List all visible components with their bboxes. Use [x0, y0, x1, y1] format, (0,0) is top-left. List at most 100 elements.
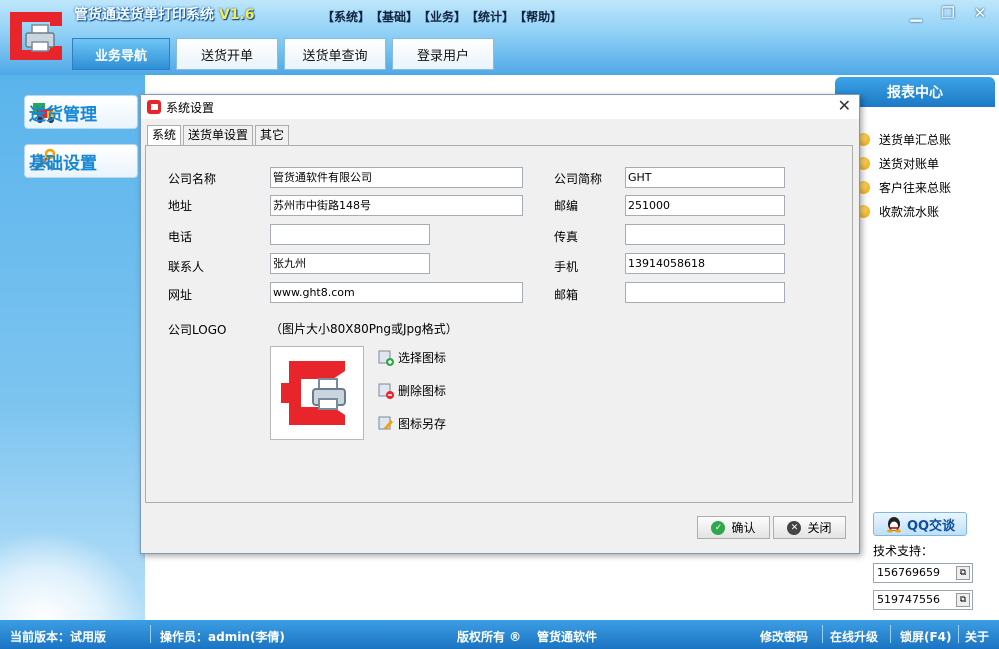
qq-penguin-icon — [886, 517, 901, 533]
copyright-text: 版权所有 ® — [457, 630, 522, 644]
select-logo-label: 选择图标 — [398, 351, 447, 365]
company-name-status: 管货通软件 — [537, 630, 598, 644]
dialog-app-icon — [147, 100, 161, 114]
fax-input[interactable] — [625, 224, 785, 245]
fax-label: 传真 — [554, 230, 579, 244]
delete-logo-label: 删除图标 — [398, 384, 447, 398]
report-item-reconciliation[interactable]: 送货对账单 — [857, 151, 951, 175]
report-item-label: 送货对账单 — [879, 156, 940, 171]
tech-support-label: 技术支持： — [873, 544, 934, 558]
minimize-button[interactable]: ▁ — [901, 2, 931, 24]
website-input[interactable]: www.ght8.com — [270, 282, 523, 303]
divider — [150, 625, 151, 643]
delete-image-icon — [378, 383, 394, 399]
system-settings-dialog: 系统设置 ✕ 系统 送货单设置 其它 公司名称 管货通软件有限公司 公司简称 G… — [140, 94, 860, 554]
contact-label: 联系人 — [168, 260, 205, 274]
tab-new-delivery[interactable]: 送货开单 — [176, 38, 278, 70]
support-phone-value: 519747556 — [877, 593, 940, 606]
lock-screen-link[interactable]: 锁屏(F4) — [900, 628, 952, 645]
company-name-input[interactable]: 管货通软件有限公司 — [270, 167, 523, 188]
save-logo-as-label: 图标另存 — [398, 417, 447, 431]
sidebar-item-basic-settings[interactable]: 基础设置 — [24, 144, 138, 178]
app-title-text: 管货通送货单打印系统 — [74, 7, 214, 23]
delete-logo-button[interactable]: 删除图标 — [378, 382, 446, 399]
save-logo-as-button[interactable]: 图标另存 — [378, 415, 446, 432]
company-name-label: 公司名称 — [168, 172, 217, 186]
email-label: 邮箱 — [554, 288, 579, 302]
report-list: 送货单汇总账 送货对账单 客户往来总账 收款流水账 — [857, 127, 951, 223]
report-item-delivery-summary[interactable]: 送货单汇总账 — [857, 127, 951, 151]
select-logo-button[interactable]: 选择图标 — [378, 349, 446, 366]
tab-business-nav[interactable]: 业务导航 — [72, 38, 170, 70]
confirm-label: 确认 — [731, 521, 756, 535]
confirm-button[interactable]: ✓ 确认 — [697, 516, 770, 539]
close-circle-icon: ✕ — [787, 520, 802, 535]
logo-preview — [270, 346, 364, 440]
tab-delivery-settings[interactable]: 送货单设置 — [183, 125, 254, 145]
address-input[interactable]: 苏州市中街路148号 — [270, 195, 523, 216]
copy-icon[interactable]: ⧉ — [956, 593, 970, 607]
phone-input[interactable] — [270, 224, 430, 245]
left-sidebar: 送货管理 基础设置 — [0, 75, 145, 620]
support-phone-field[interactable]: 156769659 ⧉ — [873, 563, 973, 583]
save-image-icon — [378, 416, 393, 430]
company-short-input[interactable]: GHT — [625, 167, 785, 188]
qq-chat-label: QQ交谈 — [906, 518, 956, 534]
company-short-label: 公司简称 — [554, 172, 603, 186]
company-logo-label: 公司LOGO — [168, 323, 227, 337]
copy-icon[interactable]: ⧉ — [956, 566, 970, 580]
app-title: 管货通送货单打印系统 V1.6 — [74, 4, 255, 24]
cloud-decoration — [0, 530, 145, 620]
contact-input[interactable]: 张九州 — [270, 253, 430, 274]
divider — [958, 625, 959, 643]
dialog-close-icon[interactable]: ✕ — [838, 96, 851, 115]
tab-delivery-query[interactable]: 送货单查询 — [284, 38, 386, 70]
operator-status: 操作员：admin(李倩) — [160, 630, 285, 644]
mobile-input[interactable]: 13914058618 — [625, 253, 785, 274]
dialog-title: 系统设置 — [166, 101, 215, 115]
title-bar: 管货通送货单打印系统 V1.6 【系统】 【基础】 【业务】 【统计】 【帮助】… — [0, 0, 999, 75]
dialog-title-bar: 系统设置 ✕ — [141, 95, 859, 119]
email-input[interactable] — [625, 282, 785, 303]
close-button[interactable]: ✕ — [965, 2, 995, 24]
logo-size-hint: （图片大小80X80Png或Jpg格式） — [270, 322, 458, 336]
dialog-tabs: 系统 送货单设置 其它 — [147, 125, 291, 146]
postcode-input[interactable]: 251000 — [625, 195, 785, 216]
company-logo-image — [281, 361, 346, 425]
menu-business[interactable]: 【业务】 — [418, 8, 466, 25]
system-tab-page: 公司名称 管货通软件有限公司 公司简称 GHT 地址 苏州市中街路148号 邮编… — [145, 145, 853, 503]
menu-bar: 【系统】 【基础】 【业务】 【统计】 【帮助】 — [322, 8, 562, 25]
support-phone-field[interactable]: 519747556 ⧉ — [873, 590, 973, 610]
close-dialog-label: 关闭 — [807, 521, 832, 535]
tab-login-user[interactable]: 登录用户 — [392, 38, 494, 70]
qq-chat-button[interactable]: QQ交谈 — [873, 512, 967, 536]
report-item-label: 客户往来总账 — [879, 180, 952, 195]
tab-system[interactable]: 系统 — [147, 125, 182, 146]
mobile-label: 手机 — [554, 260, 579, 274]
online-upgrade-link[interactable]: 在线升级 — [830, 628, 878, 645]
change-password-link[interactable]: 修改密码 — [760, 628, 808, 645]
sidebar-item-delivery[interactable]: 送货管理 — [24, 95, 138, 129]
report-item-label: 收款流水账 — [879, 204, 940, 219]
sidebar-item-label: 送货管理 — [29, 104, 97, 125]
report-item-customer-ledger[interactable]: 客户往来总账 — [857, 175, 951, 199]
report-item-receipt-journal[interactable]: 收款流水账 — [857, 199, 951, 223]
app-version: V1.6 — [218, 7, 255, 23]
postcode-label: 邮编 — [554, 199, 579, 213]
menu-statistics[interactable]: 【统计】 — [466, 8, 514, 25]
restore-button[interactable]: ❐ — [933, 2, 963, 24]
check-icon: ✓ — [711, 520, 726, 535]
app-logo-icon — [10, 12, 62, 60]
divider — [890, 625, 891, 643]
tab-other[interactable]: 其它 — [255, 125, 290, 145]
status-bar: 当前版本：试用版 操作员：admin(李倩) 版权所有 ® 管货通软件 修改密码… — [0, 620, 999, 649]
website-label: 网址 — [168, 288, 193, 302]
about-link[interactable]: 关于 — [965, 628, 989, 645]
window-controls: ▁ ❐ ✕ — [901, 2, 995, 24]
menu-basic[interactable]: 【基础】 — [370, 8, 418, 25]
address-label: 地址 — [168, 199, 193, 213]
divider — [822, 625, 823, 643]
menu-help[interactable]: 【帮助】 — [514, 8, 562, 25]
close-dialog-button[interactable]: ✕ 关闭 — [773, 516, 846, 539]
menu-system[interactable]: 【系统】 — [322, 8, 370, 25]
